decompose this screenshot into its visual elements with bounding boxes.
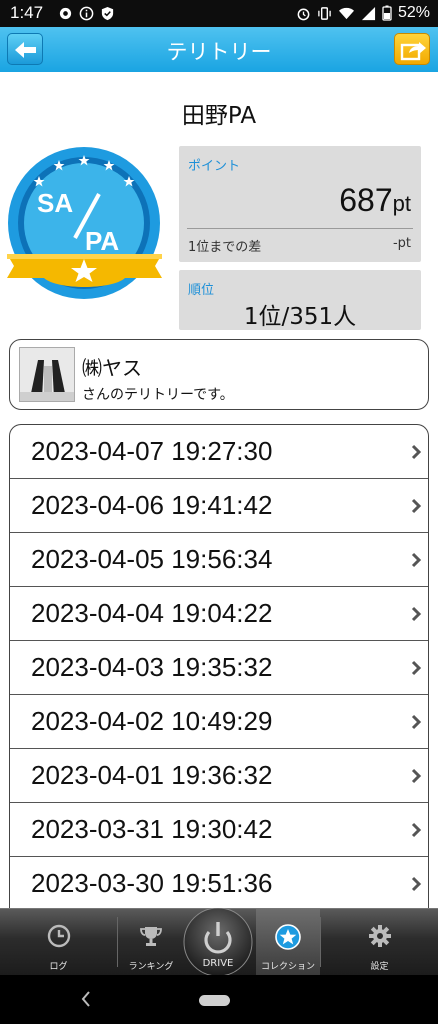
rank-label: 順位 xyxy=(188,283,215,298)
points-panel: ポイント 687pt 1位までの差 -pt xyxy=(179,146,421,262)
history-row[interactable]: 2023-04-06 19:41:42 xyxy=(10,479,428,533)
history-row[interactable]: 2023-04-03 19:35:32 xyxy=(10,641,428,695)
history-timestamp: 2023-03-30 19:51:36 xyxy=(31,868,273,898)
nav-home-pill[interactable] xyxy=(199,995,230,1006)
share-export-icon xyxy=(400,42,426,61)
avatar-photo-icon xyxy=(20,348,74,401)
area-name: 田野PA xyxy=(181,103,257,129)
history-row[interactable]: 2023-03-30 19:51:36 xyxy=(10,857,428,908)
page-title: テリトリー xyxy=(166,40,272,64)
app-header: テリトリー xyxy=(0,27,438,72)
owner-note: さんのテリトリーです。 xyxy=(82,387,234,403)
vibrate-icon xyxy=(318,6,331,20)
tab-label: コレクション xyxy=(260,962,315,972)
shield-icon xyxy=(101,6,114,21)
status-time: 1:47 xyxy=(10,3,44,22)
history-row[interactable]: 2023-04-01 19:36:32 xyxy=(10,749,428,803)
history-timestamp: 2023-04-06 19:41:42 xyxy=(31,490,273,520)
share-button[interactable] xyxy=(394,33,430,65)
chevron-right-icon xyxy=(411,444,422,460)
territory-owner-card[interactable]: ㈱ヤス さんのテリトリーです。 xyxy=(9,339,429,410)
gear-icon xyxy=(368,925,391,947)
trophy-icon xyxy=(140,927,162,946)
history-row[interactable]: 2023-04-07 19:27:30 xyxy=(10,425,428,479)
history-timestamp: 2023-04-04 19:04:22 xyxy=(31,598,273,628)
battery-percent: 52% xyxy=(397,4,430,21)
territory-history-list: 2023-04-07 19:27:30 2023-04-06 19:41:42 20… xyxy=(9,424,429,908)
chevron-right-icon xyxy=(411,714,422,730)
history-row[interactable]: 2023-03-31 19:30:42 xyxy=(10,803,428,857)
chevron-right-icon xyxy=(411,876,422,892)
tab-label: 設定 xyxy=(370,962,389,972)
avatar xyxy=(19,347,75,402)
tab-label: ランキング xyxy=(128,962,174,972)
points-unit: pt xyxy=(392,191,411,216)
owner-name: ㈱ヤス xyxy=(82,356,142,380)
battery-icon xyxy=(382,5,392,21)
chevron-right-icon xyxy=(411,606,422,622)
signal-icon xyxy=(361,6,376,20)
chevron-right-icon xyxy=(411,552,422,568)
history-timestamp: 2023-04-05 19:56:34 xyxy=(31,544,273,574)
divider xyxy=(187,228,413,229)
chevron-right-icon xyxy=(411,768,422,784)
diff-to-first-value: -pt xyxy=(392,236,411,251)
nav-back-icon[interactable] xyxy=(80,990,92,1008)
history-timestamp: 2023-04-03 19:35:32 xyxy=(31,652,273,682)
history-timestamp: 2023-03-31 19:30:42 xyxy=(31,814,273,844)
diff-to-first-label: 1位までの差 xyxy=(188,240,262,255)
star-icon xyxy=(275,924,301,950)
system-nav-bar xyxy=(0,975,438,1024)
chevron-right-icon xyxy=(411,498,422,514)
tab-settings[interactable]: 設定 xyxy=(321,909,438,976)
alarm-icon xyxy=(297,8,310,20)
badge-pa-text: PA xyxy=(85,226,119,256)
tab-ranking[interactable]: ランキング xyxy=(118,909,184,976)
history-timestamp: 2023-04-07 19:27:30 xyxy=(31,436,273,466)
points-label: ポイント xyxy=(188,159,241,174)
chevron-right-icon xyxy=(411,822,422,838)
tab-label: DRIVE xyxy=(202,958,234,969)
rank-value: 1位/351人 xyxy=(243,304,357,330)
history-row[interactable]: 2023-04-02 10:49:29 xyxy=(10,695,428,749)
clock-icon xyxy=(47,924,70,948)
wifi-icon xyxy=(338,7,354,19)
sa-pa-badge-icon: SA PA xyxy=(7,147,162,299)
tab-drive[interactable]: DRIVE xyxy=(182,907,254,977)
tab-label: ログ xyxy=(49,962,68,972)
points-value: 687 xyxy=(339,182,393,218)
badge-sa-text: SA xyxy=(37,188,73,218)
history-row[interactable]: 2023-04-05 19:56:34 xyxy=(10,533,428,587)
rank-panel: 順位 1位/351人 xyxy=(179,270,421,330)
status-bar: 1:47 52% xyxy=(0,0,438,27)
info-icon xyxy=(79,6,94,21)
history-timestamp: 2023-04-01 19:36:32 xyxy=(31,760,273,790)
chevron-right-icon xyxy=(411,660,422,676)
history-timestamp: 2023-04-02 10:49:29 xyxy=(31,706,273,736)
tab-log[interactable]: ログ xyxy=(0,909,117,976)
tab-collection[interactable]: コレクション xyxy=(256,909,320,976)
history-row[interactable]: 2023-04-04 19:04:22 xyxy=(10,587,428,641)
chat-notification-icon xyxy=(59,7,72,20)
